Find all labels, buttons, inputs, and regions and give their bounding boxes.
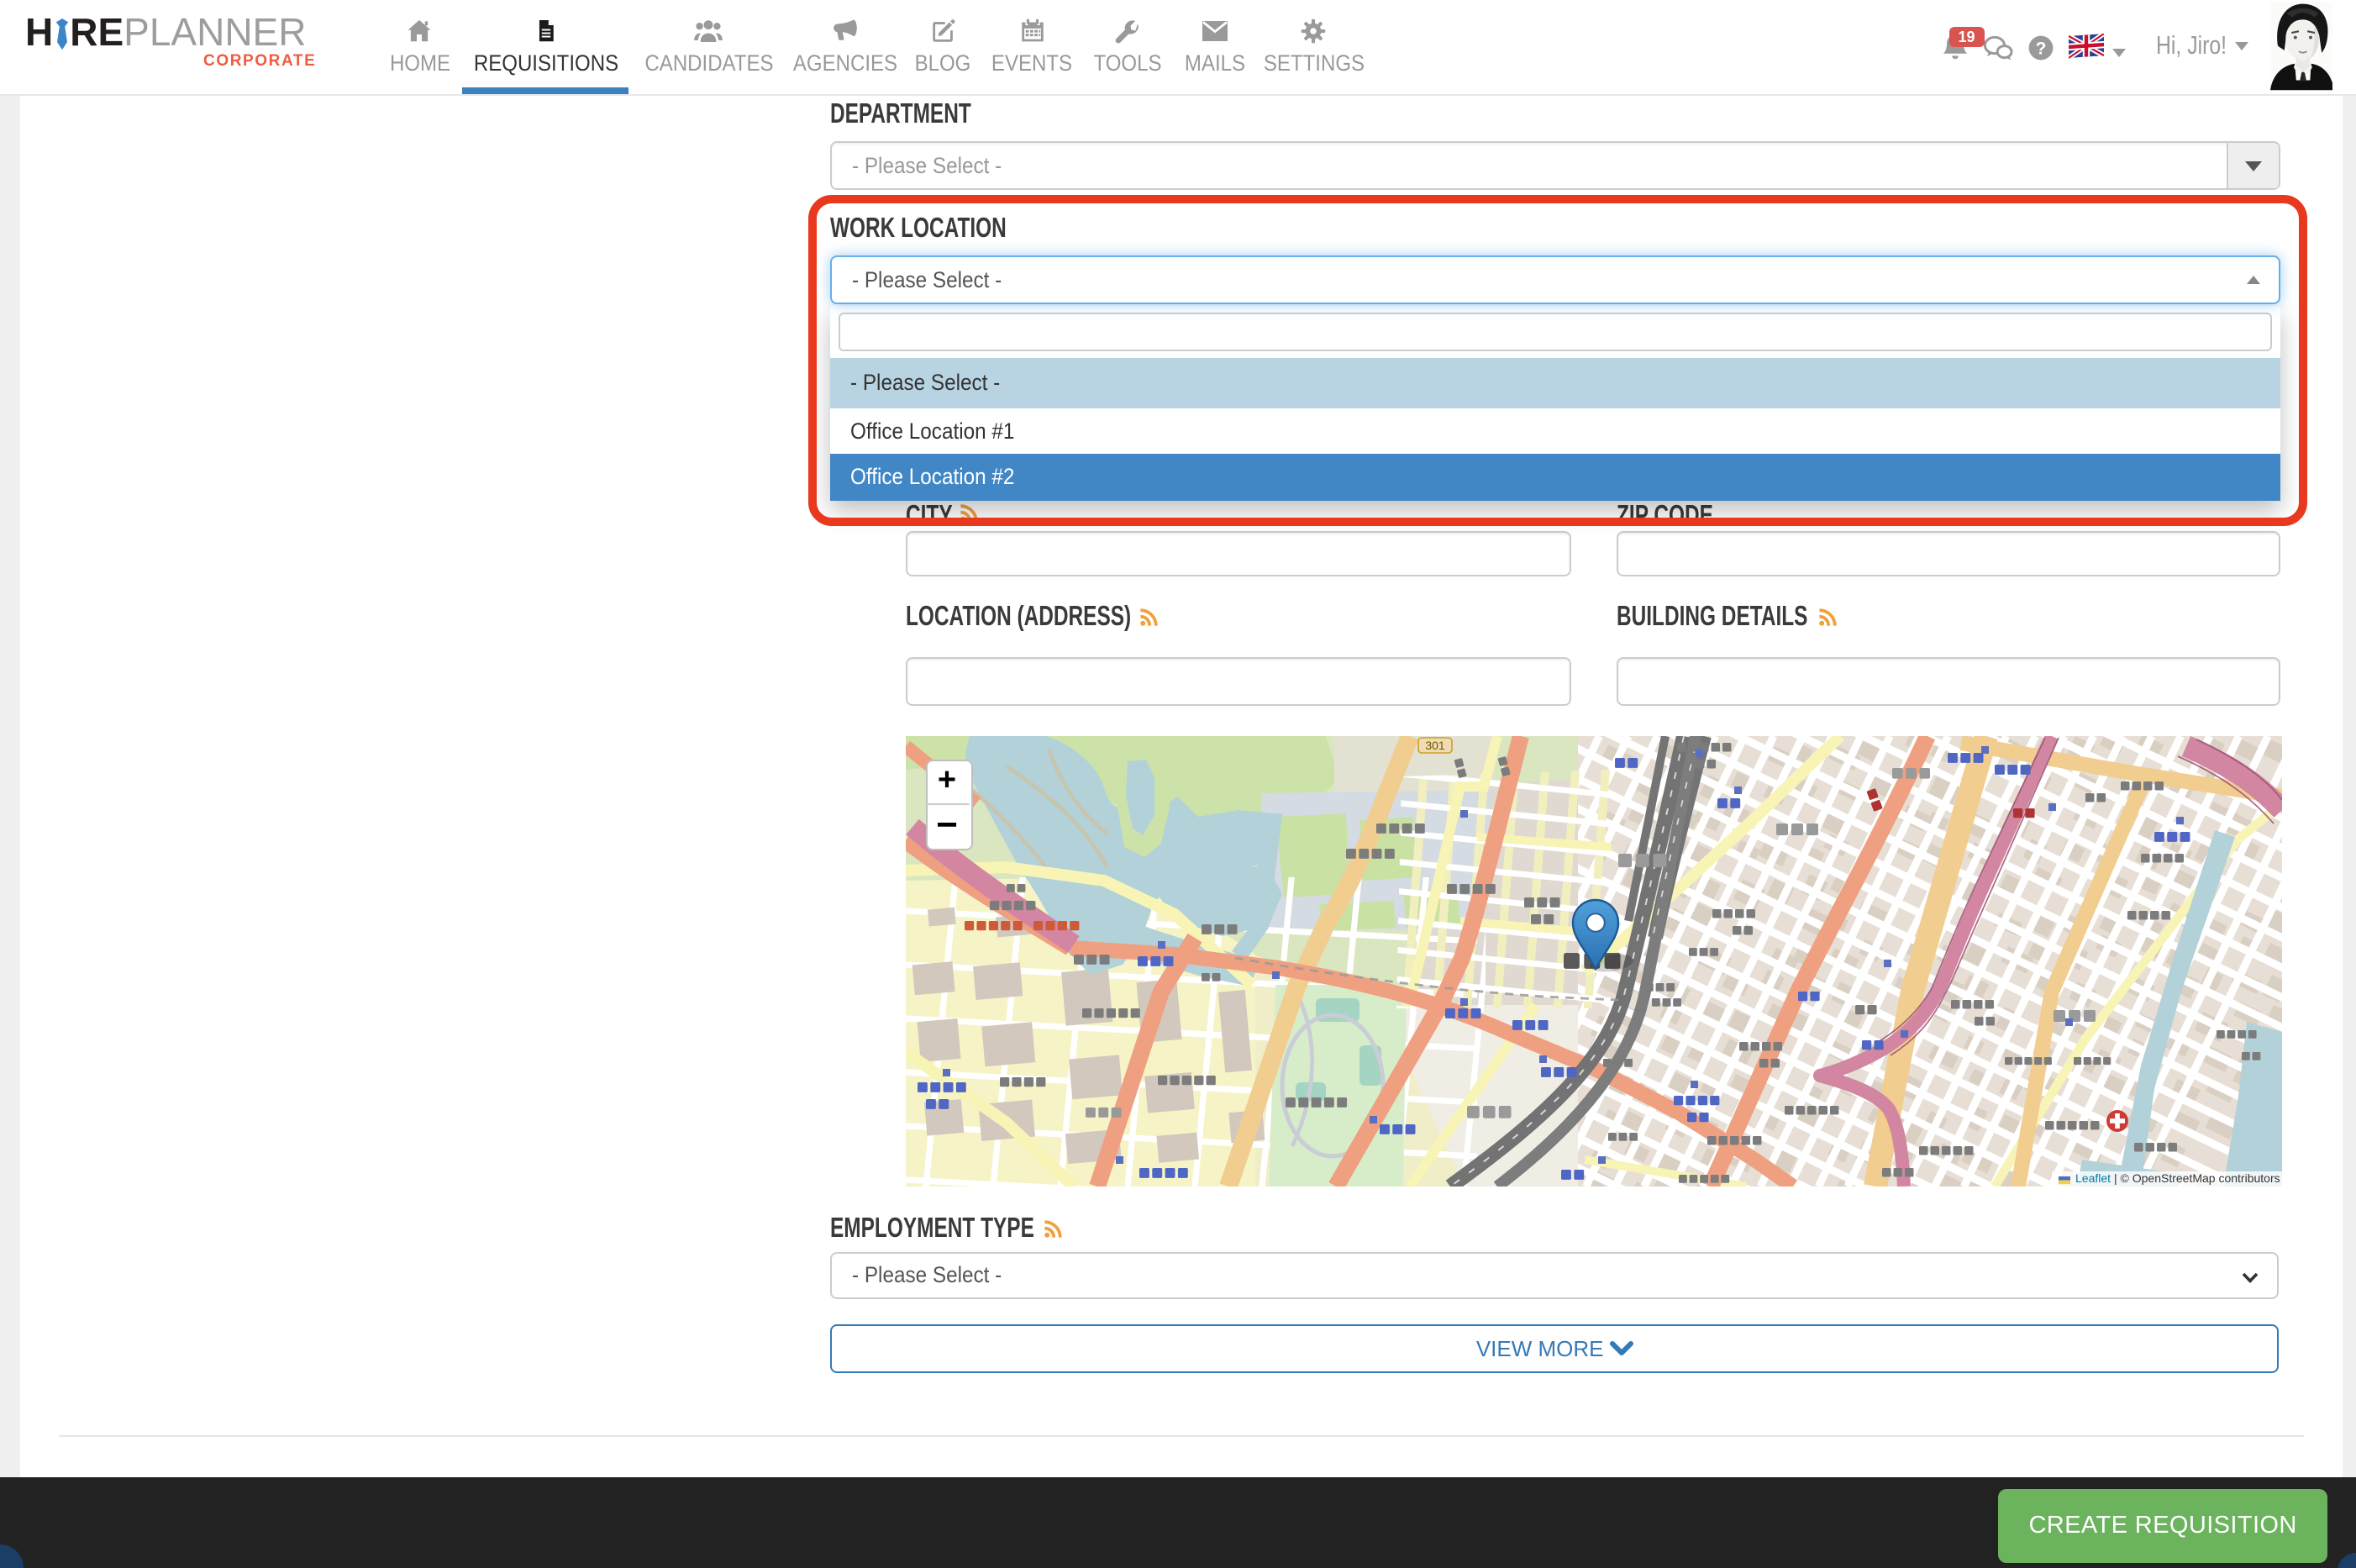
svg-text:?: ? bbox=[2035, 38, 2046, 57]
svg-text:301: 301 bbox=[1424, 739, 1444, 752]
svg-text:| © OpenStreetMap contributors: | © OpenStreetMap contributors bbox=[2113, 1171, 2280, 1185]
svg-text:Leaflet: Leaflet bbox=[2075, 1171, 2110, 1185]
